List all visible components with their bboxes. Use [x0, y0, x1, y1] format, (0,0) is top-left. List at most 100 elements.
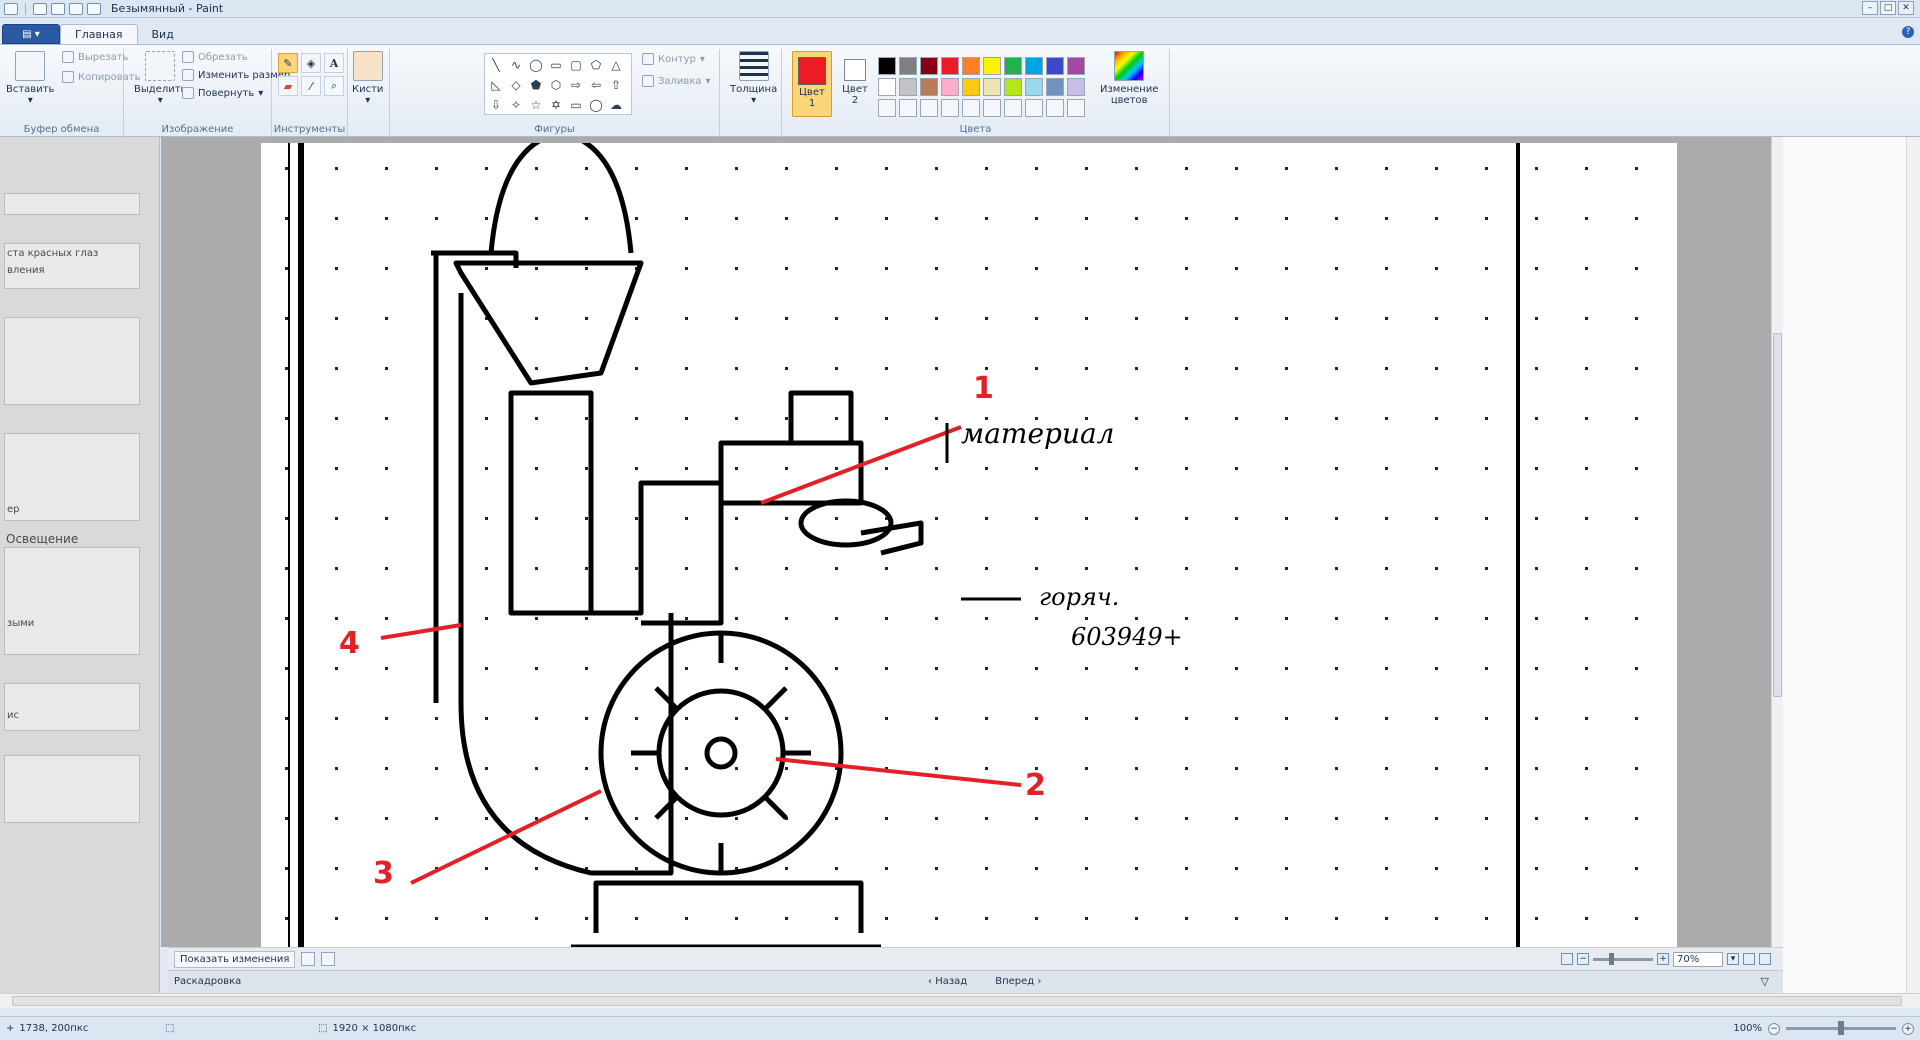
- palette-swatch[interactable]: [1025, 78, 1043, 96]
- palette-swatch[interactable]: [1067, 78, 1085, 96]
- tab-view[interactable]: Вид: [138, 24, 188, 44]
- tab-home[interactable]: Главная: [60, 24, 138, 44]
- minimize-button[interactable]: –: [1862, 1, 1878, 15]
- star4-shape-icon[interactable]: ✧: [507, 96, 525, 114]
- triangle-shape-icon[interactable]: △: [607, 56, 625, 74]
- palette-swatch[interactable]: [920, 57, 938, 75]
- select-button[interactable]: Выделить ▾: [134, 51, 186, 106]
- cut-button[interactable]: Вырезать: [62, 51, 128, 63]
- zoom-out-icon[interactable]: −: [1577, 953, 1589, 965]
- pencil-icon[interactable]: ✎: [278, 53, 298, 73]
- left-panel-box-5[interactable]: ис: [4, 683, 140, 731]
- left-panel-box[interactable]: [4, 193, 140, 215]
- arrow-right-shape-icon[interactable]: ⇨: [567, 76, 585, 94]
- eraser-icon[interactable]: ▰: [278, 76, 298, 96]
- diamond-shape-icon[interactable]: ◇: [507, 76, 525, 94]
- custom-color-slot[interactable]: [983, 99, 1001, 117]
- pentagon-shape-icon[interactable]: ⬟: [527, 76, 545, 94]
- actual-size-icon[interactable]: [1743, 953, 1755, 965]
- arrow-down-shape-icon[interactable]: ⇩: [487, 96, 505, 114]
- compare-icon[interactable]: [301, 952, 316, 966]
- forward-button[interactable]: Вперед ›: [995, 976, 1041, 987]
- rotate-button[interactable]: Повернуть ▾: [182, 87, 263, 99]
- zoom-input[interactable]: 70%: [1673, 951, 1723, 967]
- hexagon-shape-icon[interactable]: ⬡: [547, 76, 565, 94]
- vertical-scrollbar[interactable]: [1771, 137, 1783, 947]
- custom-color-slot[interactable]: [941, 99, 959, 117]
- color1-button[interactable]: Цвет 1: [792, 51, 832, 117]
- drawing-canvas[interactable]: 1 2 3 4 материал горяч. 603949+: [261, 143, 1677, 947]
- show-changes-button[interactable]: Показать изменения: [174, 950, 296, 968]
- redo-icon[interactable]: [69, 2, 83, 15]
- palette-swatch[interactable]: [878, 57, 896, 75]
- maximize-button[interactable]: □: [1880, 1, 1896, 15]
- palette-swatch[interactable]: [899, 57, 917, 75]
- custom-color-slot[interactable]: [1025, 99, 1043, 117]
- brushes-button[interactable]: Кисти ▾: [352, 51, 383, 106]
- right-triangle-shape-icon[interactable]: ◺: [487, 76, 505, 94]
- fill-button[interactable]: Заливка ▾: [642, 75, 711, 87]
- left-panel-box-3[interactable]: ер: [4, 433, 140, 521]
- palette-swatch[interactable]: [1046, 78, 1064, 96]
- text-tool-icon[interactable]: A: [324, 53, 344, 73]
- left-panel-box-6[interactable]: [4, 755, 140, 823]
- arrow-up-shape-icon[interactable]: ⇧: [607, 76, 625, 94]
- paint-app-icon[interactable]: [4, 2, 18, 15]
- customize-chevron-icon[interactable]: [87, 2, 101, 15]
- callout-oval-shape-icon[interactable]: ◯: [587, 96, 605, 114]
- fullscreen-icon[interactable]: [321, 952, 336, 966]
- palette-swatch[interactable]: [941, 57, 959, 75]
- palette-swatch[interactable]: [983, 57, 1001, 75]
- cloud-shape-icon[interactable]: ☁: [607, 96, 625, 114]
- polygon-shape-icon[interactable]: ⬠: [587, 56, 605, 74]
- star6-shape-icon[interactable]: ✡: [547, 96, 565, 114]
- app-menu-button[interactable]: ▤ ▾: [2, 24, 60, 44]
- custom-color-slot[interactable]: [1067, 99, 1085, 117]
- horizontal-scrollbar[interactable]: [0, 993, 1920, 1008]
- palette-swatch[interactable]: [1004, 57, 1022, 75]
- custom-color-slot[interactable]: [1046, 99, 1064, 117]
- zoom-dropdown-icon[interactable]: ▾: [1727, 953, 1739, 965]
- magnifier-icon[interactable]: ⌕: [324, 76, 344, 96]
- rounded-rectangle-shape-icon[interactable]: ▢: [567, 56, 585, 74]
- star5-shape-icon[interactable]: ☆: [527, 96, 545, 114]
- arrow-left-shape-icon[interactable]: ⇦: [587, 76, 605, 94]
- custom-color-slot[interactable]: [878, 99, 896, 117]
- zoom-in-icon[interactable]: +: [1657, 953, 1669, 965]
- color-picker-icon[interactable]: ⁄: [301, 76, 321, 96]
- zoom-slider[interactable]: [1593, 952, 1653, 965]
- palette-swatch[interactable]: [962, 78, 980, 96]
- save-icon[interactable]: [33, 2, 47, 15]
- status-zoom-slider[interactable]: [1786, 1021, 1896, 1035]
- outline-button[interactable]: Контур ▾: [642, 53, 705, 65]
- custom-color-slot[interactable]: [899, 99, 917, 117]
- back-button[interactable]: ‹ Назад: [928, 976, 967, 987]
- palette-swatch[interactable]: [1025, 57, 1043, 75]
- fill-bucket-icon[interactable]: ◈: [301, 53, 321, 73]
- horizontal-scroll-thumb[interactable]: [12, 996, 1902, 1006]
- line-shape-icon[interactable]: ╲: [487, 56, 505, 74]
- fit-window-icon[interactable]: [1759, 953, 1771, 965]
- rectangle-shape-icon[interactable]: ▭: [547, 56, 565, 74]
- palette-swatch[interactable]: [1046, 57, 1064, 75]
- help-icon[interactable]: ?: [1902, 26, 1914, 38]
- size-button[interactable]: Толщина ▾: [730, 51, 777, 106]
- edit-colors-button[interactable]: Изменение цветов: [1100, 51, 1158, 106]
- red-eye-panel[interactable]: ста красных глаз вления: [4, 243, 140, 289]
- palette-swatch[interactable]: [899, 78, 917, 96]
- palette-swatch[interactable]: [878, 78, 896, 96]
- callout-rect-shape-icon[interactable]: ▭: [567, 96, 585, 114]
- curve-shape-icon[interactable]: ∿: [507, 56, 525, 74]
- close-button[interactable]: ✕: [1898, 1, 1914, 15]
- custom-color-slot[interactable]: [920, 99, 938, 117]
- oval-shape-icon[interactable]: ◯: [527, 56, 545, 74]
- palette-swatch[interactable]: [1067, 57, 1085, 75]
- right-scrollbar[interactable]: [1906, 137, 1920, 993]
- crop-button[interactable]: Обрезать: [182, 51, 248, 63]
- palette-swatch[interactable]: [983, 78, 1001, 96]
- palette-swatch[interactable]: [962, 57, 980, 75]
- collapse-chevron-icon[interactable]: ▽: [1761, 975, 1769, 988]
- status-zoom-in-icon[interactable]: +: [1902, 1022, 1914, 1035]
- palette-swatch[interactable]: [941, 78, 959, 96]
- undo-icon[interactable]: [51, 2, 65, 15]
